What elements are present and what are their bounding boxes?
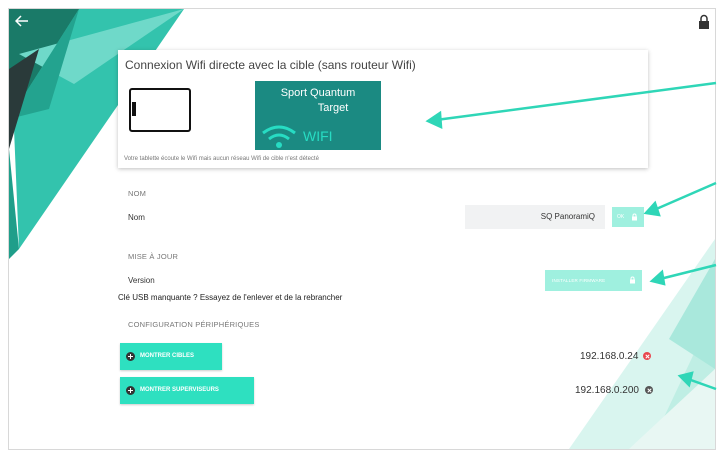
targets-ip: 192.168.0.24 [580, 351, 639, 362]
wifi-label: WIFI [303, 128, 333, 144]
wifi-connection-card: Connexion Wifi directe avec la cible (sa… [118, 50, 648, 168]
name-section-header: NOM [128, 189, 147, 198]
plus-circle-icon [126, 386, 135, 395]
peripherals-section-header: CONFIGURATION PÉRIPHÉRIQUES [128, 320, 260, 329]
supervisors-ip: 192.168.0.200 [575, 385, 639, 396]
usb-missing-note: Clé USB manquante ? Essayez de l'enlever… [118, 293, 343, 302]
install-firmware-button[interactable]: INSTALLER FIRMWARE [545, 270, 642, 291]
name-input[interactable]: SQ PanoramiQ [465, 205, 605, 229]
target-name-line2: Target [317, 102, 349, 114]
ok-button-label: OK [617, 214, 625, 220]
arrow-left-icon [14, 15, 28, 27]
update-section-header: MISE À JOUR [128, 252, 179, 261]
plus-circle-icon [126, 352, 135, 361]
wifi-icon [262, 125, 296, 148]
show-targets-button[interactable]: MONTRER CIBLES [120, 343, 222, 370]
version-label: Version [128, 276, 155, 285]
lock-icon [630, 276, 635, 284]
error-status-icon [643, 352, 651, 360]
show-targets-label: MONTRER CIBLES [140, 353, 194, 359]
lock-icon [632, 213, 637, 221]
show-supervisors-button[interactable]: MONTRER SUPERVISEURS [120, 377, 254, 404]
name-label: Nom [128, 213, 145, 222]
card-status-note: Votre tablette écoute le Wifi mais aucun… [124, 156, 319, 162]
tablet-icon [129, 88, 191, 132]
lock-icon [699, 14, 709, 29]
back-button[interactable] [14, 10, 37, 32]
card-title: Connexion Wifi directe avec la cible (sa… [125, 58, 416, 72]
ok-button[interactable]: OK [612, 207, 644, 227]
supervisor-status-icon [645, 386, 653, 394]
install-firmware-label: INSTALLER FIRMWARE [552, 278, 606, 283]
target-wifi-badge: Sport Quantum Target WIFI [255, 81, 381, 150]
target-name-line1: Sport Quantum [280, 87, 356, 99]
show-supervisors-label: MONTRER SUPERVISEURS [140, 387, 219, 393]
